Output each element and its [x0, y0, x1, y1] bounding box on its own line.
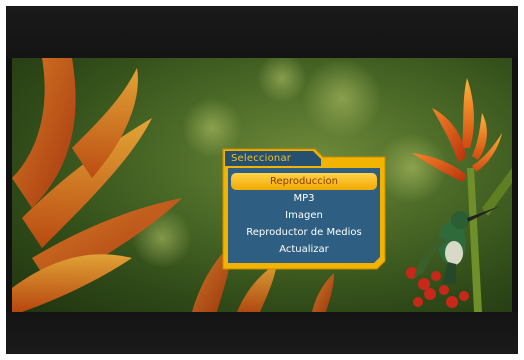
letterbox-bottom	[6, 312, 518, 354]
menu-item-reproductor-de-medios[interactable]: Reproductor de Medios	[231, 224, 377, 241]
menu-item-mp3[interactable]: MP3	[231, 190, 377, 207]
menu-list: Reproduccion MP3 Imagen Reproductor de M…	[231, 173, 377, 258]
dialog-title: Seleccionar	[231, 153, 292, 164]
select-dialog: Seleccionar Reproduccion MP3 Imagen Repr…	[217, 143, 391, 273]
letterbox-top	[6, 6, 518, 58]
menu-item-imagen[interactable]: Imagen	[231, 207, 377, 224]
menu-item-reproduccion[interactable]: Reproduccion	[231, 173, 377, 190]
menu-item-actualizar[interactable]: Actualizar	[231, 241, 377, 258]
